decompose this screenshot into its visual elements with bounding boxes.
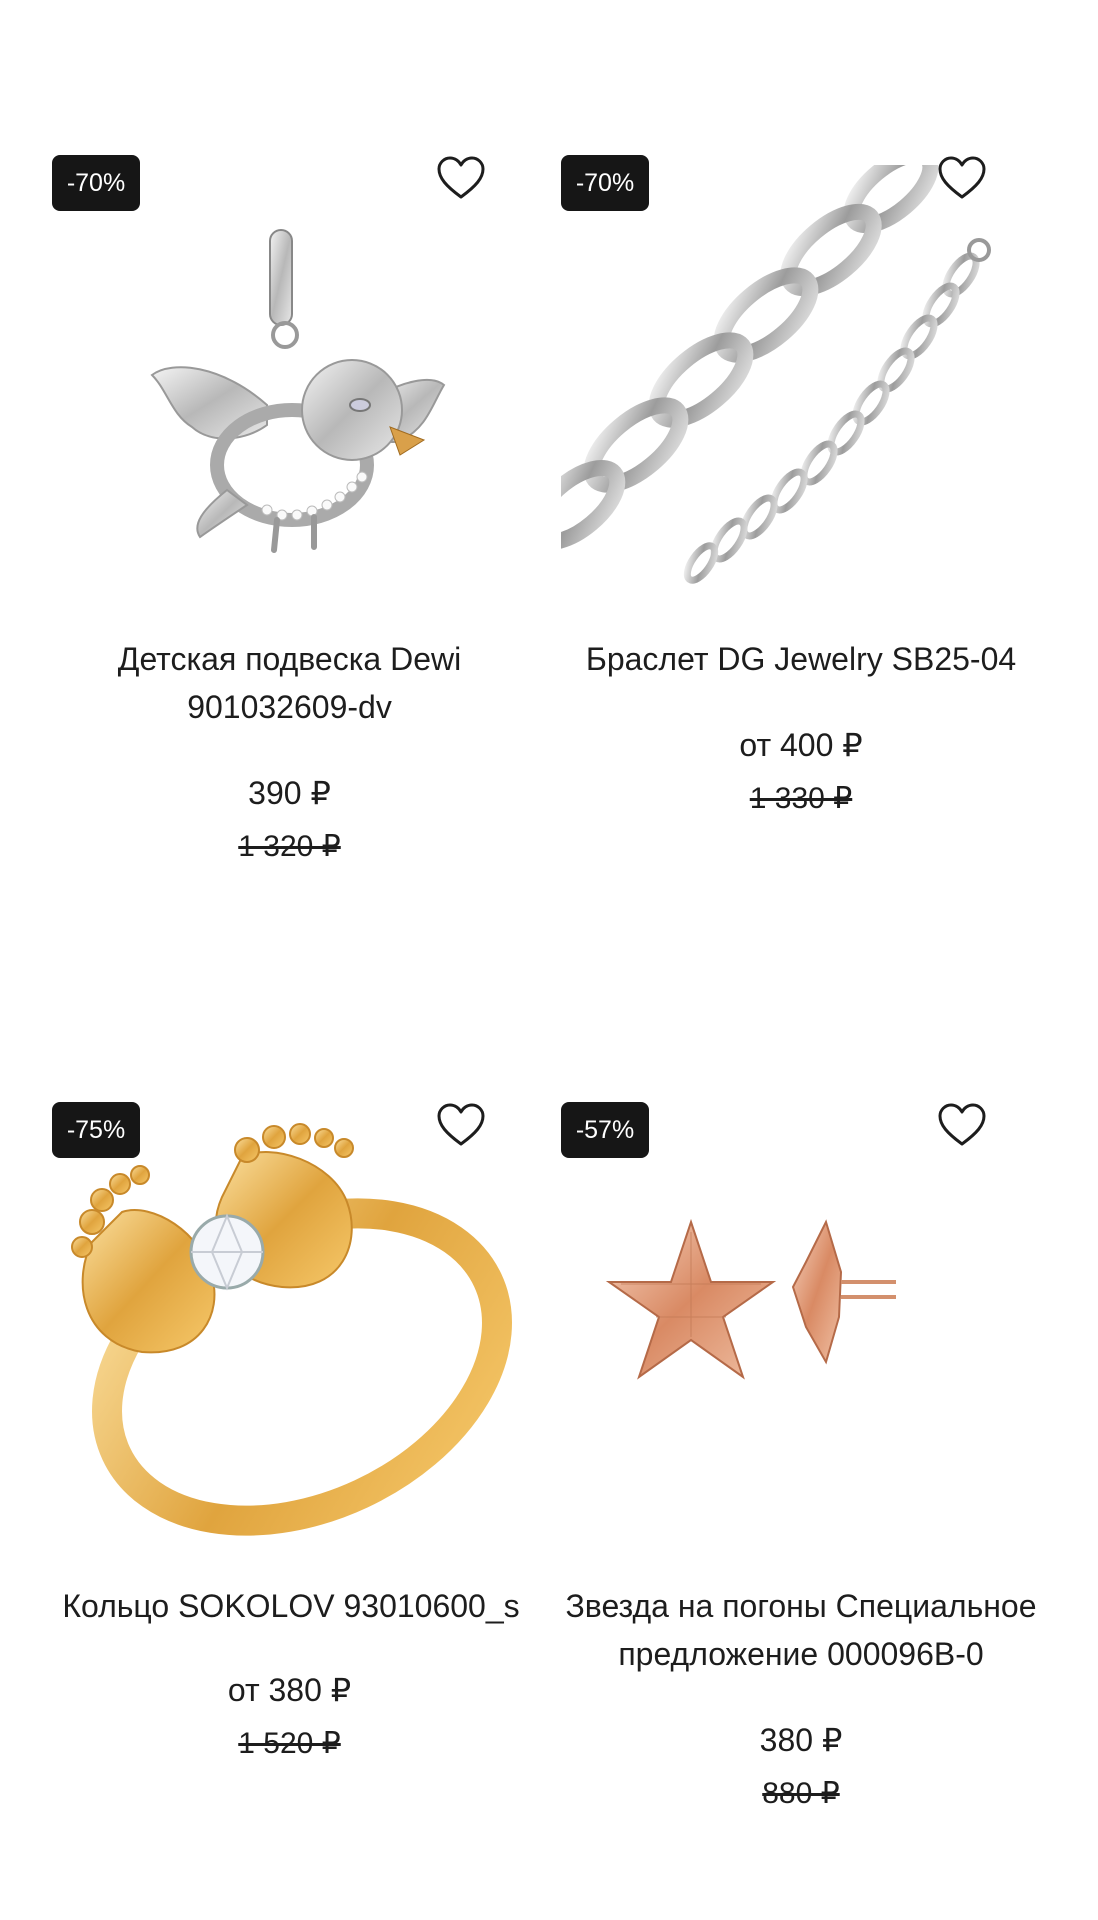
discount-badge: -75% <box>52 1102 140 1158</box>
product-title[interactable]: Кольцо SOKOLOV 93010600_s <box>52 1582 530 1630</box>
product-old-price: 1 330 ₽ <box>749 782 853 815</box>
product-price: от 400 ₽ <box>739 727 863 763</box>
chain-bracelet-image[interactable] <box>561 165 1031 625</box>
discount-badge: -70% <box>561 155 649 211</box>
product-price: 390 ₽ <box>248 775 331 811</box>
product-price: от 380 ₽ <box>227 1672 352 1708</box>
discount-badge: -57% <box>561 1102 649 1158</box>
heart-outline-icon[interactable] <box>937 1102 987 1148</box>
product-title[interactable]: Детская подвеска Dewi 901032609-dv <box>52 635 527 731</box>
product-price: 380 ₽ <box>759 1722 843 1758</box>
bird-pendant-image[interactable] <box>52 165 522 625</box>
product-old-price: 1 520 ₽ <box>238 1727 341 1760</box>
product-old-price: 1 320 ₽ <box>238 830 341 863</box>
gold-ring-feet-image[interactable] <box>52 1112 522 1572</box>
heart-outline-icon[interactable] <box>937 155 987 201</box>
product-old-price: 880 ₽ <box>762 1777 840 1810</box>
heart-outline-icon[interactable] <box>436 155 486 201</box>
star-epaulet-image[interactable] <box>561 1112 1031 1572</box>
product-title[interactable]: Браслет DG Jewelry SB25-04 <box>561 635 1041 683</box>
heart-outline-icon[interactable] <box>436 1102 486 1148</box>
discount-badge: -70% <box>52 155 140 211</box>
product-title[interactable]: Звезда на погоны Специальное предложение… <box>561 1582 1041 1678</box>
